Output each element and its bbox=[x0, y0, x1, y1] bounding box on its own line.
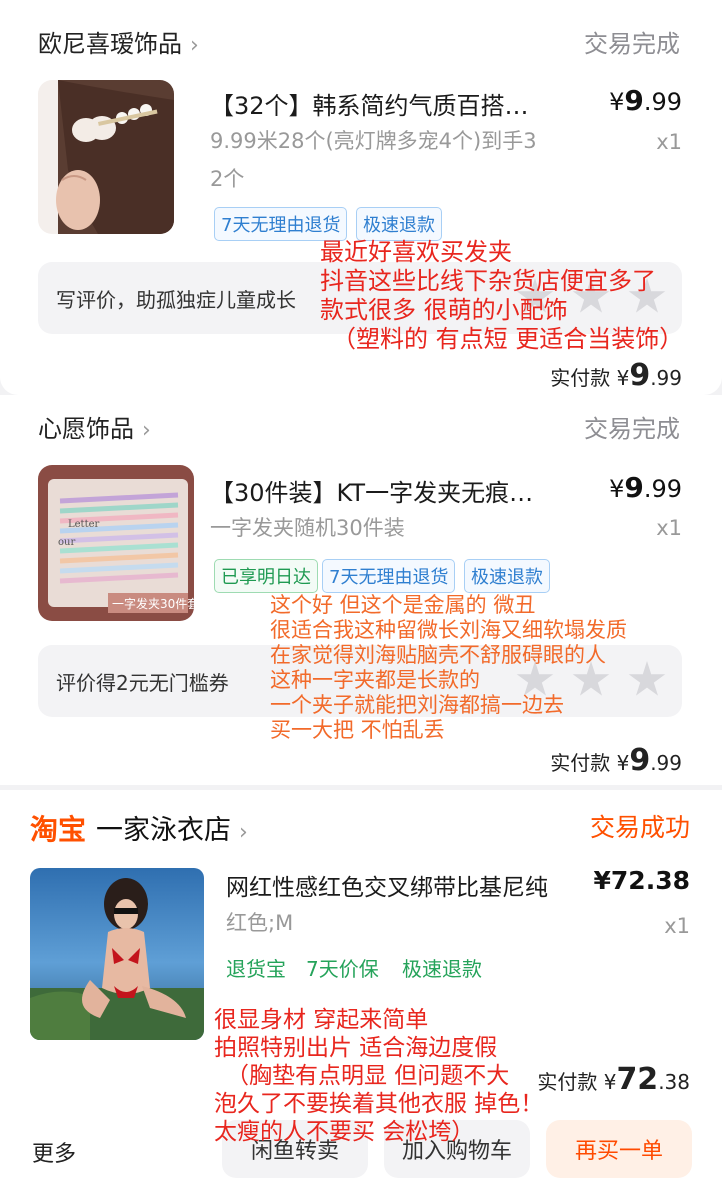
tag-return-policy: 7天无理由退货 bbox=[322, 559, 456, 593]
svg-text:our: our bbox=[58, 537, 75, 548]
paid-amount: 实付款 ¥9.99 bbox=[550, 743, 682, 778]
paid-amount: 实付款 ¥72.38 bbox=[537, 1062, 690, 1097]
product-spec: 一字发夹随机30件装 bbox=[210, 516, 405, 540]
product-spec: 9.99米28个(亮灯牌多宠4个)到手3 2个 bbox=[210, 129, 537, 191]
buy-again-button[interactable]: 再买一单 bbox=[546, 1120, 692, 1178]
handwritten-annotation: 最近好喜欢买发夹 抖音这些比线下杂货店便宜多了 款式很多 很萌的小配饰 （塑料的… bbox=[320, 238, 684, 353]
product-price: ¥9.99 bbox=[609, 471, 682, 504]
more-button[interactable]: 更多 bbox=[32, 1136, 76, 1168]
star-icon[interactable] bbox=[628, 661, 666, 696]
product-thumbnail[interactable] bbox=[38, 80, 174, 234]
chevron-right-icon: › bbox=[239, 820, 248, 845]
order-status: 交易完成 bbox=[584, 30, 680, 58]
chevron-right-icon: › bbox=[142, 418, 151, 443]
paid-amount: 实付款 ¥9.99 bbox=[550, 358, 682, 393]
taobao-logo: 淘宝 bbox=[30, 813, 87, 846]
service-fast-refund: 极速退款 bbox=[402, 957, 482, 981]
product-quantity: x1 bbox=[656, 130, 682, 154]
shop-name-link[interactable]: 一家泳衣店 › bbox=[96, 808, 248, 847]
product-thumbnail[interactable]: Letter our 一字发夹30件套 bbox=[38, 465, 194, 621]
product-title[interactable]: 网红性感红色交叉绑带比基尼纯 bbox=[226, 868, 548, 902]
tag-next-day-delivery: 已享明日达 bbox=[214, 559, 318, 593]
product-title[interactable]: 【32个】韩系简约气质百搭… bbox=[210, 86, 529, 121]
product-price: ¥9.99 bbox=[609, 84, 682, 117]
service-price-protection: 7天价保 bbox=[306, 957, 379, 981]
product-price: ¥72.38 bbox=[593, 866, 690, 895]
product-quantity: x1 bbox=[656, 516, 682, 540]
shop-name-link[interactable]: 心愿饰品 › bbox=[38, 409, 151, 444]
product-title[interactable]: 【30件装】KT一字发夹无痕… bbox=[210, 473, 533, 508]
thumbnail-caption: 一字发夹30件套 bbox=[112, 597, 194, 611]
tag-return-policy: 7天无理由退货 bbox=[214, 207, 348, 241]
shop-name-link[interactable]: 欧尼喜瑷饰品 › bbox=[38, 24, 199, 59]
order-status: 交易完成 bbox=[584, 415, 680, 443]
order-status: 交易成功 bbox=[589, 813, 690, 842]
chevron-right-icon: › bbox=[190, 33, 199, 58]
product-quantity: x1 bbox=[664, 914, 690, 938]
tag-fast-refund: 极速退款 bbox=[356, 207, 442, 241]
order-card-1: 欧尼喜瑷饰品 › 交易完成 【32个】韩系简约气质百搭… ¥9.99 9.99米2… bbox=[0, 0, 722, 395]
review-prompt-text: 评价得2元无门槛券 bbox=[56, 671, 229, 695]
product-spec: 红色;M bbox=[226, 911, 294, 935]
tag-fast-refund: 极速退款 bbox=[464, 559, 550, 593]
handwritten-annotation: 这个好 但这个是金属的 微丑 很适合我这种留微长刘海又细软塌发质 在家觉得刘海贴… bbox=[270, 593, 627, 742]
handwritten-annotation: 很显身材 穿起来简单 拍照特别出片 适合海边度假 （胸垫有点明显 但问题不大 泡… bbox=[214, 1007, 544, 1145]
review-prompt-text: 写评价，助孤独症儿童成长 bbox=[56, 288, 296, 312]
service-return-insurance: 退货宝 bbox=[226, 957, 286, 981]
product-thumbnail[interactable] bbox=[30, 868, 204, 1040]
svg-text:Letter: Letter bbox=[68, 519, 100, 530]
order-card-2: 心愿饰品 › 交易完成 Letter our 一字发夹30件套 【30件装】KT一… bbox=[0, 395, 722, 785]
